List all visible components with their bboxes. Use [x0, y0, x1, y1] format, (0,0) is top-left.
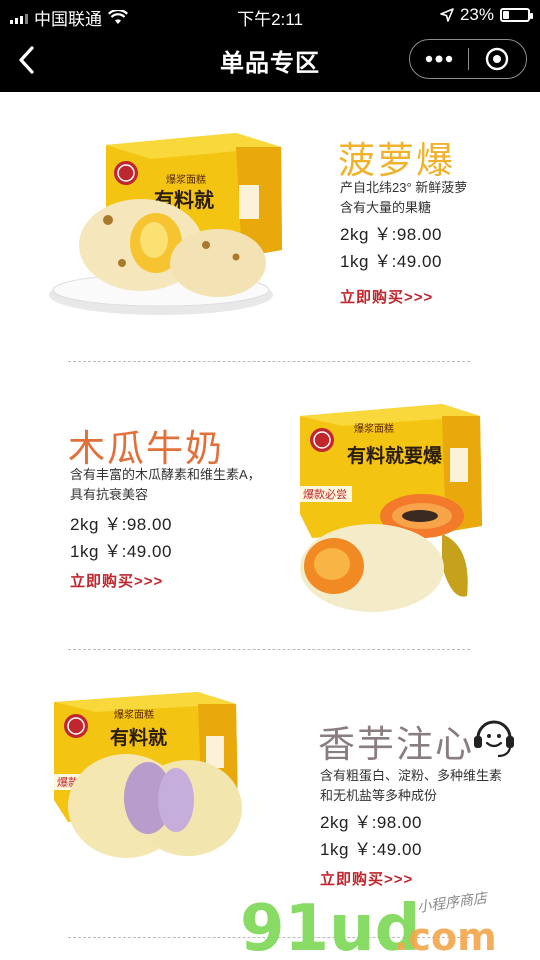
status-bar: 中国联通 下午2:11 23% [0, 0, 540, 30]
product-description: 产自北纬23° 新鲜菠萝 含有大量的果糖 [340, 178, 467, 218]
battery-fill [503, 11, 509, 19]
divider [68, 361, 470, 362]
product-image-papaya: 爆浆面糕 有料就要爆 爆款必尝 [300, 404, 482, 612]
more-button[interactable] [410, 39, 468, 79]
product-image-pineapple: 爆浆面糕 有料就 [49, 133, 282, 315]
description-line: 含有大量的果糖 [340, 200, 432, 215]
record-target-icon [486, 47, 509, 71]
price-2kg: 2kg ￥:98.00 [70, 515, 172, 534]
buy-now-link[interactable]: 立即购买>>> [320, 868, 413, 889]
close-miniprogram-button[interactable] [468, 39, 526, 79]
description-line: 产自北纬23° 新鲜菠萝 [340, 180, 468, 195]
box-slogan-text: 有料就 [110, 726, 167, 749]
box-tag-text: 爆款必尝 [303, 487, 347, 501]
navigation-bar: 单品专区 [0, 30, 540, 92]
top-bar: 中国联通 下午2:11 23% 单品专区 [0, 0, 540, 92]
description-line: 含有丰富的木瓜酵素和维生素A， [70, 467, 261, 482]
box-brand-text: 爆浆面糕 [354, 422, 394, 435]
more-dots-icon [425, 55, 452, 63]
price-2kg: 2kg ￥:98.00 [340, 225, 442, 244]
box-brand-text: 爆浆面糕 [166, 173, 206, 186]
price-2kg: 2kg ￥:98.00 [320, 813, 422, 832]
divider [68, 649, 470, 650]
box-brand-text: 爆浆面糕 [114, 708, 154, 721]
product-description: 含有丰富的木瓜酵素和维生素A， 具有抗衰美容 [70, 465, 261, 505]
price-1kg: 1kg ￥:49.00 [320, 840, 422, 859]
description-line: 和无机盐等多种成份 [320, 788, 438, 803]
buy-now-link[interactable]: 立即购买>>> [340, 286, 433, 307]
battery-icon [500, 8, 533, 22]
watermark-logo: 91ud .com 小程序商店 [240, 890, 497, 958]
price-1kg: 1kg ￥:49.00 [70, 542, 172, 561]
buy-now-link[interactable]: 立即购买>>> [70, 570, 163, 591]
price-1kg: 1kg ￥:49.00 [340, 252, 442, 271]
product-image-taro: 爆浆面糕 有料就 爆款必尝 [54, 692, 242, 858]
description-line: 具有抗衰美容 [70, 487, 149, 502]
description-line: 含有粗蛋白、淀粉、多种维生素 [320, 768, 503, 783]
product-name: 香芋注心 [318, 723, 474, 766]
watermark-tagline: 小程序商店 [416, 890, 490, 916]
location-arrow-icon [440, 8, 454, 22]
customer-service-icon[interactable] [470, 712, 518, 760]
watermark-domain-text: .com [394, 915, 497, 958]
box-slogan-text: 有料就要爆 [347, 444, 443, 467]
product-description: 含有粗蛋白、淀粉、多种维生素 和无机盐等多种成份 [320, 766, 502, 806]
product-name: 菠萝爆 [338, 139, 455, 182]
battery-percent: 23% [459, 5, 494, 24]
capsule-menu [409, 39, 527, 79]
product-name: 木瓜牛奶 [68, 427, 224, 470]
